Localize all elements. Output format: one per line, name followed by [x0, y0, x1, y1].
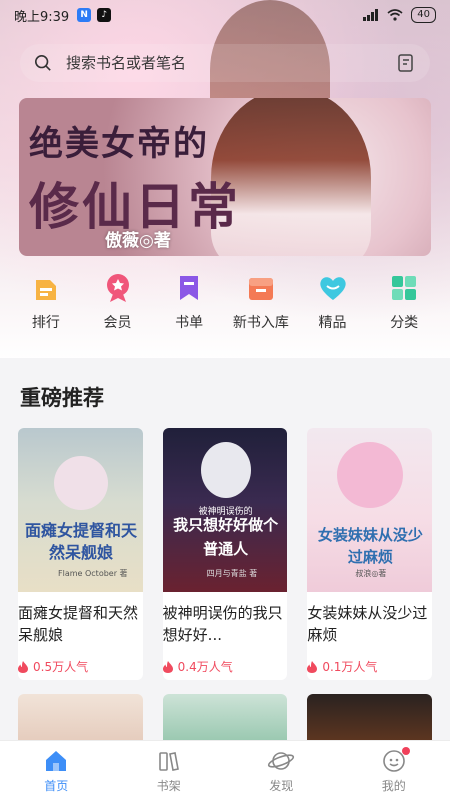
banner-title: 绝美女帝的 修仙日常 — [29, 116, 241, 239]
popularity: 0.1万人气 — [307, 658, 432, 675]
featured-banner[interactable]: 绝美女帝的 修仙日常 傲薇◎著 — [19, 98, 431, 256]
home-icon — [46, 751, 67, 771]
tab-label: 书架 — [156, 779, 181, 793]
tab-label: 我的 — [381, 779, 406, 793]
recommend-section: 重磅推荐 面瘫女提督和天然呆舰娘 Flame October 著 面瘫女提督和天… — [0, 358, 450, 754]
book-cover: 被神明误伤的 我只想好好做个普通人 四月与青盐 著 — [162, 428, 288, 592]
nav-item-booklist[interactable]: 书单 — [153, 272, 225, 342]
book-card[interactable]: 女装妹妹从没少过麻烦 叔浪◎著 女装妹妹从没少过麻烦 0.1万人气 — [307, 428, 433, 680]
book-title: 被神明误伤的我只想好好... — [162, 604, 283, 644]
nav-item-ranking[interactable]: 排行 — [10, 272, 82, 342]
category-nav: 排行 会员 书单 新书入库 精品 分类 — [10, 272, 440, 342]
nav-item-label: 精品 — [318, 315, 347, 331]
search-icon — [34, 54, 51, 71]
notification-app-icon: N — [77, 8, 92, 22]
flame-icon — [162, 660, 173, 673]
ranking-icon — [35, 280, 56, 300]
popularity-count: 0.5万人气 — [33, 660, 89, 674]
book-cover: 女装妹妹从没少过麻烦 叔浪◎著 — [307, 428, 433, 592]
cover-author: Flame October 著 — [58, 569, 128, 578]
section-title: 重磅推荐 — [20, 386, 104, 410]
booklist-icon — [180, 276, 199, 300]
bookshelf-icon — [158, 752, 179, 771]
nav-item-label: 排行 — [31, 315, 60, 331]
flame-icon — [18, 660, 28, 673]
popularity: 0.4万人气 — [162, 658, 288, 675]
nav-item-category[interactable]: 分类 — [368, 272, 440, 342]
book-card[interactable]: 面瘫女提督和天然呆舰娘 Flame October 著 面瘫女提督和天然呆舰娘 … — [18, 428, 143, 680]
tab-bookshelf[interactable]: 书架 — [129, 747, 209, 794]
search-input[interactable] — [66, 54, 396, 72]
status-time: 晚上9:39 — [14, 9, 70, 25]
cover-character — [54, 456, 108, 510]
search-bar[interactable] — [20, 44, 430, 82]
cover-title: 女装妹妹从没少过麻烦 — [317, 526, 423, 566]
bottom-tab-bar: 首页 书架 发现 我的 — [0, 740, 450, 800]
nav-item-new-books[interactable]: 新书入库 — [225, 272, 297, 342]
battery-indicator: 40 — [411, 7, 436, 23]
popularity: 0.5万人气 — [18, 658, 143, 675]
signal-icon — [363, 9, 379, 21]
vip-icon — [106, 274, 129, 302]
banner-title-line1: 绝美女帝的 — [29, 124, 209, 164]
book-scan-icon[interactable] — [396, 53, 416, 73]
book-title: 女装妹妹从没少过麻烦 — [307, 604, 428, 644]
cover-author: 叔浪◎著 — [355, 569, 387, 578]
book-cover: 面瘫女提督和天然呆舰娘 Flame October 著 — [18, 428, 143, 592]
book-list: 面瘫女提督和天然呆舰娘 Flame October 著 面瘫女提督和天然呆舰娘 … — [18, 428, 433, 680]
nav-item-vip[interactable]: 会员 — [82, 272, 154, 342]
banner-author: 傲薇◎著 — [105, 231, 171, 251]
nav-item-label: 新书入库 — [232, 315, 289, 331]
tab-label: 首页 — [44, 779, 69, 793]
status-bar: 晚上9:39 N ♪ 40 — [0, 0, 450, 30]
status-indicators: 40 — [363, 7, 436, 23]
cover-title: 我只想好好做个普通人 — [173, 516, 279, 558]
tiktok-app-icon: ♪ — [97, 8, 112, 22]
heart-icon — [319, 277, 346, 300]
notification-badge — [401, 747, 410, 755]
nav-item-label: 书单 — [175, 315, 204, 331]
tab-home[interactable]: 首页 — [16, 747, 96, 794]
cover-character — [337, 442, 404, 508]
tab-discover[interactable]: 发现 — [241, 747, 321, 794]
nav-item-label: 分类 — [390, 315, 419, 331]
wifi-icon — [387, 9, 403, 21]
flame-icon — [307, 660, 318, 673]
nav-item-premium[interactable]: 精品 — [297, 272, 369, 342]
discover-planet-icon — [268, 752, 295, 770]
nav-item-label: 会员 — [103, 315, 132, 331]
book-card[interactable]: 被神明误伤的 我只想好好做个普通人 四月与青盐 著 被神明误伤的我只想好好...… — [162, 428, 288, 680]
popularity-count: 0.4万人气 — [177, 660, 233, 674]
cover-character — [200, 442, 251, 498]
popularity-count: 0.1万人气 — [322, 660, 378, 674]
tab-label: 发现 — [269, 779, 294, 793]
book-title: 面瘫女提督和天然呆舰娘 — [18, 604, 139, 644]
category-icon — [392, 276, 417, 300]
new-books-icon — [248, 278, 273, 300]
tab-profile[interactable]: 我的 — [354, 747, 434, 794]
cover-author: 四月与青盐 著 — [206, 569, 258, 578]
cover-title: 面瘫女提督和天然呆舰娘 — [24, 521, 137, 562]
